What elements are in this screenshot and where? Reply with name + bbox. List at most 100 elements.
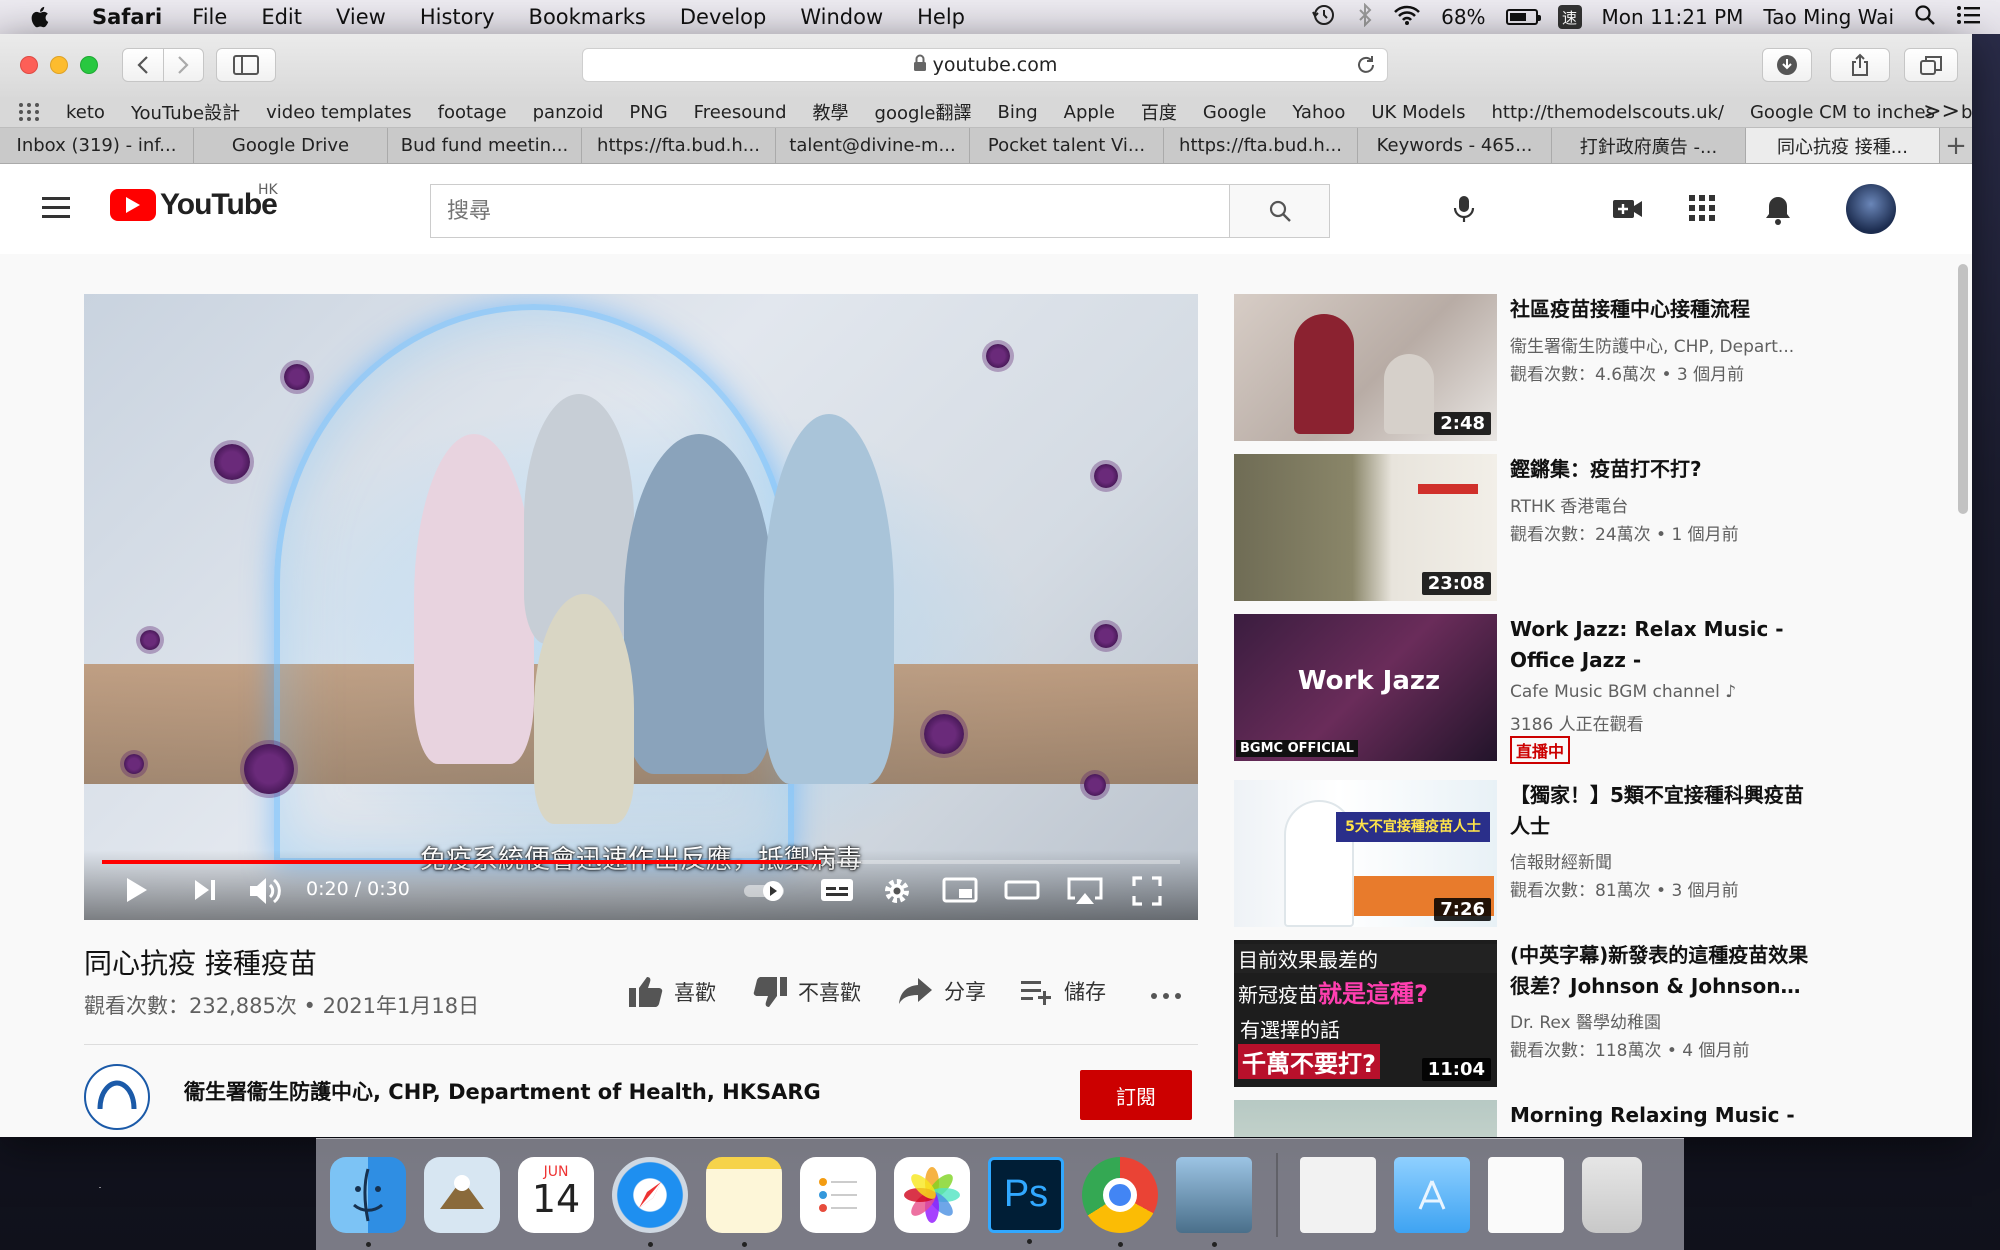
- apps-icon[interactable]: [1688, 194, 1716, 226]
- browser-tab-active[interactable]: 同心抗疫 接種...: [1746, 128, 1940, 163]
- hamburger-menu-icon[interactable]: [42, 197, 70, 224]
- bookmark-item[interactable]: Google CM to inches: [1750, 102, 1935, 123]
- suggested-video-item[interactable]: Work Jazz BGMC OFFICIAL Work Jazz: Relax…: [1234, 614, 1794, 780]
- page-scrollbar[interactable]: [1958, 264, 1968, 514]
- bookmark-item[interactable]: video templates: [266, 102, 412, 123]
- menu-help[interactable]: Help: [917, 5, 965, 29]
- dislike-button[interactable]: 不喜歡: [752, 976, 861, 1008]
- progress-bar[interactable]: [102, 860, 1180, 864]
- video-thumbnail[interactable]: 5大不宜接種疫苗人士 7:26: [1234, 780, 1497, 927]
- video-thumbnail[interactable]: 23:08: [1234, 454, 1497, 601]
- menu-file[interactable]: File: [192, 5, 227, 29]
- menubar-clock[interactable]: Mon 11:21 PM: [1602, 5, 1744, 29]
- mail-eagle-icon[interactable]: [424, 1156, 500, 1233]
- subtitles-icon[interactable]: [820, 876, 854, 908]
- account-avatar[interactable]: [1846, 184, 1896, 234]
- bookmark-item[interactable]: http://themodelscouts.uk/: [1492, 102, 1724, 123]
- apps-grid-icon[interactable]: [18, 102, 40, 122]
- menu-window[interactable]: Window: [800, 5, 883, 29]
- photoshop-icon[interactable]: Ps: [988, 1156, 1064, 1244]
- calendar-icon[interactable]: JUN 14: [518, 1156, 594, 1233]
- suggested-video-title[interactable]: Morning Relaxing Music -: [1510, 1100, 1820, 1131]
- play-icon[interactable]: [124, 876, 150, 908]
- menu-bookmarks[interactable]: Bookmarks: [529, 5, 646, 29]
- suggested-video-title[interactable]: 【獨家！】5類不宜接種科興疫苗人士: [1510, 780, 1820, 842]
- photos-icon[interactable]: [894, 1156, 970, 1233]
- search-button[interactable]: [1229, 185, 1329, 237]
- bookmark-item[interactable]: Freesound: [694, 102, 787, 123]
- suggested-video-channel[interactable]: 衞生署衞生防護中心, CHP, Depart...: [1510, 332, 1794, 357]
- documents-stack-icon[interactable]: [1488, 1156, 1564, 1233]
- preview-icon[interactable]: [1176, 1156, 1252, 1247]
- reload-icon[interactable]: [1355, 54, 1377, 81]
- bookmark-item[interactable]: 百度: [1141, 99, 1177, 125]
- trash-icon[interactable]: [1582, 1156, 1642, 1233]
- browser-tab[interactable]: Inbox (319) - inf...: [0, 128, 194, 163]
- next-video-icon[interactable]: [192, 876, 218, 908]
- browser-tab[interactable]: Google Drive: [194, 128, 388, 163]
- suggested-video-channel[interactable]: RTHK 香港電台: [1510, 492, 1628, 517]
- autoplay-toggle-icon[interactable]: [742, 880, 788, 906]
- notes-icon[interactable]: [706, 1156, 782, 1247]
- menubar-user[interactable]: Tao Ming Wai: [1763, 5, 1894, 29]
- video-thumbnail[interactable]: [1234, 1100, 1497, 1137]
- create-video-icon[interactable]: [1612, 194, 1644, 228]
- suggested-video-title[interactable]: 社區疫苗接種中心接種流程: [1510, 294, 1820, 325]
- bookmark-item[interactable]: google翻譯: [875, 99, 972, 125]
- bookmark-item[interactable]: 教學: [813, 99, 849, 125]
- suggested-video-item[interactable]: 23:08 鏗鏘集：疫苗打不打? RTHK 香港電台 觀看次數：24萬次 • 1…: [1234, 454, 1794, 614]
- zoom-window-button[interactable]: [80, 56, 98, 74]
- bookmarks-overflow-button[interactable]: >>: [1923, 99, 1960, 124]
- share-button[interactable]: [1830, 48, 1890, 82]
- airplay-icon[interactable]: [1066, 876, 1104, 910]
- browser-tab[interactable]: Pocket talent Vi...: [970, 128, 1164, 163]
- menu-history[interactable]: History: [420, 5, 495, 29]
- bookmark-item[interactable]: PNG: [629, 102, 667, 123]
- miniplayer-icon[interactable]: [942, 876, 978, 908]
- notification-center-icon[interactable]: [1956, 4, 1982, 31]
- suggested-video-channel[interactable]: Cafe Music BGM channel ♪: [1510, 682, 1736, 702]
- search-input[interactable]: [431, 185, 1229, 237]
- safari-icon[interactable]: [612, 1156, 688, 1247]
- browser-tab[interactable]: https://fta.bud.h...: [1164, 128, 1358, 163]
- suggested-video-item[interactable]: 目前效果最差的 新冠疫苗就是這種? 有選擇的話 千萬不要打? 11:04 (中英…: [1234, 940, 1808, 1100]
- video-thumbnail[interactable]: Work Jazz BGMC OFFICIAL: [1234, 614, 1497, 761]
- youtube-logo[interactable]: YouTube HK: [110, 182, 278, 222]
- pdf-document-icon[interactable]: [1300, 1156, 1376, 1233]
- apple-menu-icon[interactable]: [30, 4, 52, 30]
- volume-icon[interactable]: [248, 876, 284, 910]
- suggested-video-title[interactable]: (中英字幕)新發表的這種疫苗效果很差？Johnson & Johnson…: [1510, 940, 1820, 1002]
- bookmark-item[interactable]: Yahoo: [1292, 102, 1345, 123]
- tab-overview-button[interactable]: [1904, 48, 1958, 82]
- suggested-video-title[interactable]: Work Jazz: Relax Music - Office Jazz - C…: [1510, 614, 1820, 676]
- back-button[interactable]: [123, 49, 163, 81]
- channel-logo[interactable]: [84, 1064, 150, 1130]
- menu-app-safari[interactable]: Safari: [92, 5, 162, 29]
- close-window-button[interactable]: [20, 56, 38, 74]
- save-to-playlist-button[interactable]: 儲存: [1020, 976, 1106, 1006]
- bookmark-item[interactable]: Apple: [1064, 102, 1115, 123]
- video-thumbnail[interactable]: 2:48: [1234, 294, 1497, 441]
- browser-tab[interactable]: Bud fund meetin...: [388, 128, 582, 163]
- input-method-icon[interactable]: 速: [1557, 5, 1582, 29]
- video-thumbnail[interactable]: 目前效果最差的 新冠疫苗就是這種? 有選擇的話 千萬不要打? 11:04: [1234, 940, 1497, 1087]
- downloads-button[interactable]: [1762, 48, 1812, 82]
- theater-mode-icon[interactable]: [1004, 876, 1040, 908]
- sidebar-toggle-button[interactable]: [216, 48, 276, 82]
- bookmark-item[interactable]: UK Models: [1371, 102, 1465, 123]
- wifi-icon[interactable]: [1393, 4, 1421, 31]
- bookmark-item[interactable]: Google: [1203, 102, 1266, 123]
- chrome-icon[interactable]: [1082, 1156, 1158, 1247]
- suggested-video-channel[interactable]: Dr. Rex 醫學幼稚園: [1510, 1008, 1661, 1033]
- menu-edit[interactable]: Edit: [261, 5, 302, 29]
- address-bar[interactable]: youtube.com: [582, 48, 1388, 82]
- bookmark-item[interactable]: book: [1961, 102, 1972, 123]
- browser-tab[interactable]: 打針政府廣告 -...: [1552, 128, 1746, 163]
- more-actions-icon[interactable]: [1150, 974, 1182, 1004]
- browser-tab[interactable]: https://fta.bud.h...: [582, 128, 776, 163]
- share-video-button[interactable]: 分享: [898, 976, 986, 1006]
- like-button[interactable]: 喜歡: [628, 976, 716, 1008]
- time-machine-icon[interactable]: [1311, 2, 1337, 33]
- battery-icon[interactable]: [1505, 9, 1541, 25]
- spotlight-icon[interactable]: [1914, 4, 1936, 31]
